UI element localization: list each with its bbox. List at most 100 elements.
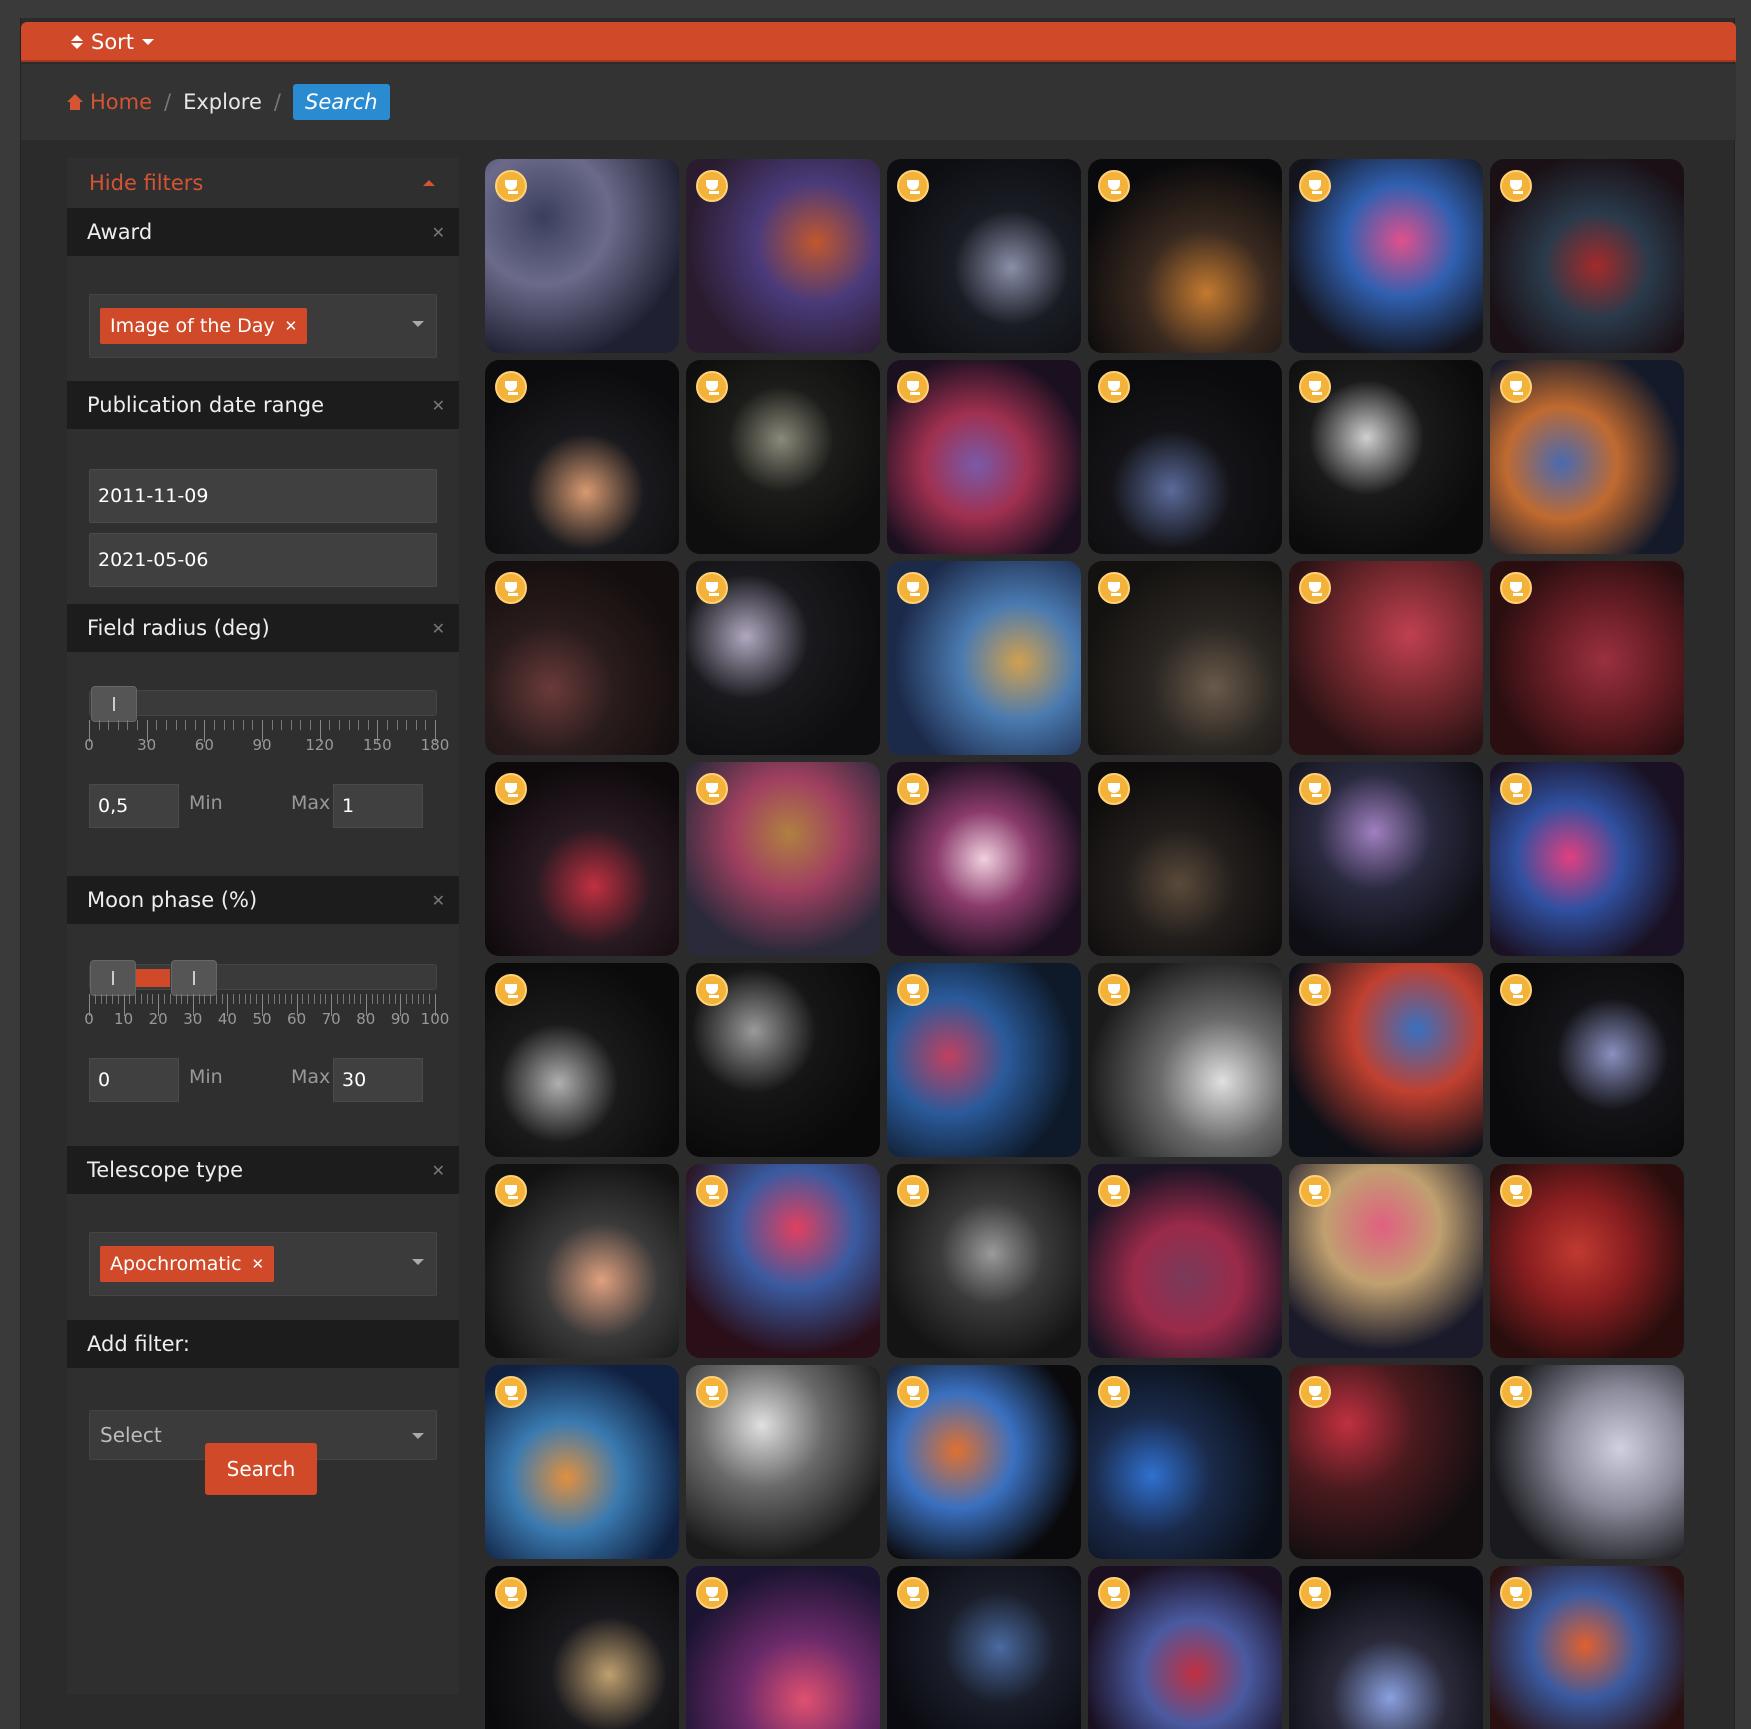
moon-phase-max-input[interactable]: 30 (333, 1058, 423, 1102)
remove-filter-moon-phase-icon[interactable]: ✕ (432, 891, 445, 910)
gallery-thumbnail[interactable] (1289, 561, 1483, 755)
gallery-thumbnail[interactable] (485, 1566, 679, 1729)
gallery-thumbnail[interactable] (887, 1365, 1081, 1559)
gallery-thumbnail[interactable] (1088, 963, 1282, 1157)
gallery-thumbnail[interactable] (1490, 561, 1684, 755)
gallery-thumbnail[interactable] (1490, 1365, 1684, 1559)
gallery-thumbnail[interactable] (1490, 963, 1684, 1157)
slider-tick-label: 80 (356, 1010, 376, 1028)
gallery-thumbnail[interactable] (1088, 1365, 1282, 1559)
gallery-thumbnail[interactable] (887, 1566, 1081, 1729)
gallery-thumbnail[interactable] (887, 360, 1081, 554)
gallery-thumbnail[interactable] (887, 963, 1081, 1157)
filter-telescope-header: Telescope type ✕ (67, 1146, 459, 1194)
gallery-thumbnail[interactable] (1490, 762, 1684, 956)
gallery-thumbnail[interactable] (1289, 762, 1483, 956)
breadcrumb-home[interactable]: Home (66, 90, 152, 114)
moon-phase-min-input[interactable]: 0 (89, 1058, 179, 1102)
trophy-icon (495, 170, 527, 202)
telescope-select[interactable]: Apochromatic ✕ (89, 1232, 437, 1296)
chevron-up-icon (423, 180, 435, 186)
slider-tick-minor (329, 720, 331, 730)
remove-filter-telescope-icon[interactable]: ✕ (432, 1161, 445, 1180)
gallery-thumbnail[interactable] (1289, 360, 1483, 554)
moon-phase-handle-low[interactable] (90, 960, 136, 996)
gallery-thumbnail[interactable] (887, 762, 1081, 956)
award-select[interactable]: Image of the Day ✕ (89, 294, 437, 358)
gallery-thumbnail[interactable] (1289, 1164, 1483, 1358)
field-radius-handle[interactable] (90, 686, 137, 722)
date-start-field[interactable]: 2011-11-09 (89, 469, 437, 523)
gallery-thumbnail[interactable] (887, 1164, 1081, 1358)
slider-tick-minor (108, 720, 110, 730)
sort-button[interactable]: Sort (71, 22, 155, 62)
gallery-thumbnail[interactable] (1289, 159, 1483, 353)
trophy-icon (897, 572, 929, 604)
remove-tag-icon[interactable]: ✕ (285, 317, 298, 335)
hide-filters-toggle[interactable]: Hide filters (67, 158, 459, 208)
moon-phase-max-label: Max (291, 1066, 331, 1088)
gallery-thumbnail[interactable] (1490, 1566, 1684, 1729)
trophy-icon (696, 1175, 728, 1207)
gallery-thumbnail[interactable] (686, 1365, 880, 1559)
remove-filter-award-icon[interactable]: ✕ (432, 223, 445, 242)
gallery-thumbnail[interactable] (485, 159, 679, 353)
slider-tick-minor (112, 994, 114, 1004)
hide-filters-label: Hide filters (89, 171, 204, 195)
gallery-thumbnail[interactable] (686, 360, 880, 554)
filter-field-radius-body: 0 30 60 90 120 150 180 0,5 Min Max 1 (67, 652, 459, 876)
filter-field-radius-title: Field radius (deg) (87, 616, 270, 640)
gallery-thumbnail[interactable] (1490, 159, 1684, 353)
field-radius-min-input[interactable]: 0,5 (89, 784, 179, 828)
gallery-thumbnail[interactable] (1088, 1566, 1282, 1729)
trophy-icon (495, 974, 527, 1006)
gallery-thumbnail[interactable] (485, 963, 679, 1157)
gallery-thumbnail[interactable] (686, 963, 880, 1157)
slider-tick-minor (242, 720, 244, 730)
field-radius-max-input[interactable]: 1 (333, 784, 423, 828)
gallery-thumbnail[interactable] (485, 360, 679, 554)
date-end-field[interactable]: 2021-05-06 (89, 533, 437, 587)
gallery-thumbnail[interactable] (485, 1164, 679, 1358)
app-frame: Sort Home / Explore / Search Hide filter… (20, 18, 1736, 1729)
slider-tick-label: 60 (287, 1010, 307, 1028)
gallery-thumbnail[interactable] (485, 561, 679, 755)
gallery-thumbnail[interactable] (686, 159, 880, 353)
remove-filter-pubdate-icon[interactable]: ✕ (432, 396, 445, 415)
field-radius-slider[interactable] (89, 686, 437, 722)
slider-tick-label: 30 (137, 736, 157, 754)
gallery-thumbnail[interactable] (1088, 1164, 1282, 1358)
breadcrumb-explore[interactable]: Explore (183, 90, 262, 114)
gallery-thumbnail[interactable] (1289, 963, 1483, 1157)
moon-phase-slider[interactable] (89, 960, 437, 996)
gallery-thumbnail[interactable] (887, 159, 1081, 353)
remove-tag-icon[interactable]: ✕ (252, 1255, 265, 1273)
slider-tick-label: 0 (84, 1010, 94, 1028)
gallery-thumbnail[interactable] (1088, 159, 1282, 353)
moon-phase-handle-high[interactable] (170, 960, 217, 996)
gallery-thumbnail[interactable] (686, 1566, 880, 1729)
search-button[interactable]: Search (205, 1443, 317, 1495)
filter-award-body: Image of the Day ✕ (67, 256, 459, 381)
slider-tick-label: 180 (420, 736, 450, 754)
gallery-thumbnail[interactable] (1490, 1164, 1684, 1358)
gallery-thumbnail[interactable] (1289, 1566, 1483, 1729)
gallery-thumbnail[interactable] (485, 762, 679, 956)
gallery-thumbnail[interactable] (1088, 360, 1282, 554)
home-icon (66, 94, 84, 110)
gallery-thumbnail[interactable] (1289, 1365, 1483, 1559)
gallery-thumbnail[interactable] (1088, 762, 1282, 956)
gallery-thumbnail[interactable] (887, 561, 1081, 755)
gallery-thumbnail[interactable] (485, 1365, 679, 1559)
slider-tick-minor (290, 720, 292, 730)
gallery-thumbnail[interactable] (686, 1164, 880, 1358)
gallery-thumbnail[interactable] (686, 762, 880, 956)
slider-tick-label: 150 (363, 736, 392, 754)
trophy-icon (1098, 1376, 1130, 1408)
trophy-icon (1299, 371, 1331, 403)
gallery-thumbnail[interactable] (1490, 360, 1684, 554)
remove-filter-field-radius-icon[interactable]: ✕ (432, 619, 445, 638)
gallery-thumbnail[interactable] (686, 561, 880, 755)
gallery-thumbnail[interactable] (1088, 561, 1282, 755)
filter-moon-phase-header: Moon phase (%) ✕ (67, 876, 459, 924)
